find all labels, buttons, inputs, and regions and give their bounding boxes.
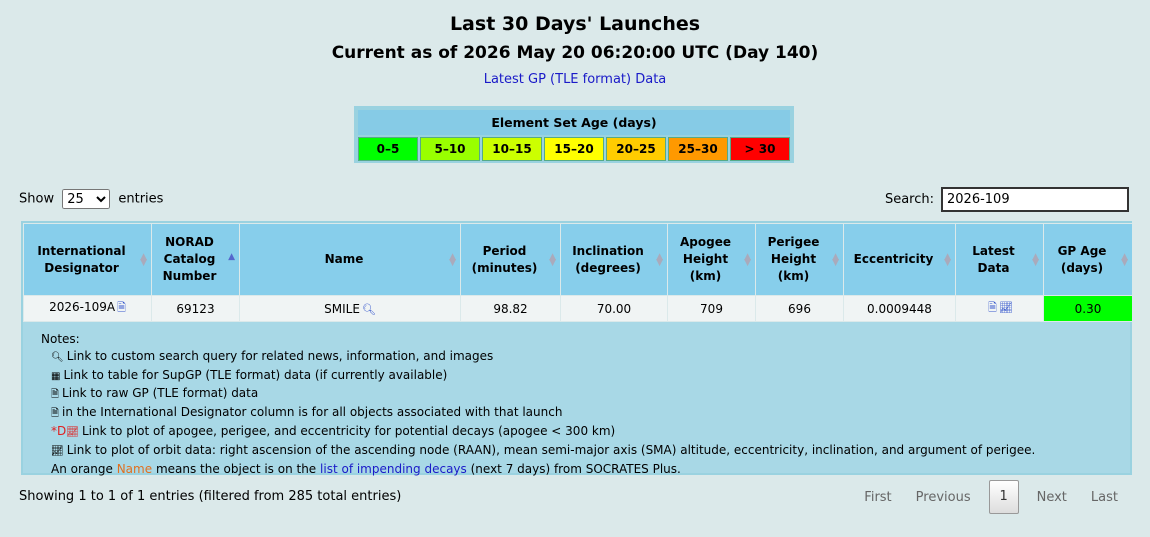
age-legend-cell: 20–25 [606, 137, 666, 161]
cell-name: SMILE 🔍︎ [239, 295, 461, 322]
impending-decays-link[interactable]: list of impending decays [320, 462, 467, 476]
cell-gp-age: 0.30 [1043, 295, 1133, 322]
note-line: ▦ Link to table for SupGP (TLE format) da… [51, 367, 448, 382]
sort-icon: ▲ ▼ [549, 252, 556, 268]
chart-icon: 📈︎ [66, 426, 79, 438]
document-icon: 🗎 [51, 408, 60, 420]
col-header-eccentricity[interactable]: Eccentricity ▲ ▼ [843, 223, 956, 296]
sort-icon: ▲ ▼ [656, 252, 663, 268]
notes-title: Notes: [41, 332, 80, 346]
launches-table-wrap: International Designator ▲ ▼ NORAD Catalog… [21, 221, 1133, 476]
note-line: *D📈︎ Link to plot of apogee, perigee, and… [51, 423, 616, 438]
cell-inclination: 70.00 [560, 295, 668, 322]
sort-icon: ▲ ▼ [744, 252, 751, 268]
col-header-designator[interactable]: International Designator ▲ ▼ [23, 223, 152, 296]
first-page-button[interactable]: First [852, 490, 903, 505]
gp-data-link-wrap: Latest GP (TLE format) Data [0, 72, 1150, 87]
document-icon[interactable]: 🗎 [988, 301, 997, 314]
document-icon[interactable]: 🗎 [117, 301, 126, 314]
cell-apogee: 709 [667, 295, 756, 322]
notes-section: Notes: 🔍︎ Link to custom search query for… [23, 322, 1130, 486]
age-legend-cell: 25–30 [668, 137, 728, 161]
table-header-row: International Designator ▲ ▼ NORAD Catalog… [23, 223, 1133, 296]
page-1-button[interactable]: 1 [988, 480, 1019, 514]
table-row: 2026-109A 🗎 69123 SMILE 🔍︎ 98.82 70.00 709… [23, 295, 1133, 322]
col-header-name[interactable]: Name ▲ ▼ [239, 223, 461, 296]
show-label: Show [19, 191, 55, 207]
search-label: Search: [884, 192, 934, 207]
chart-icon: 📈︎ [51, 445, 64, 457]
previous-page-button[interactable]: Previous [904, 490, 983, 505]
next-page-button[interactable]: Next [1025, 490, 1079, 505]
col-header-latest-data[interactable]: Latest Data ▲ ▼ [955, 223, 1044, 296]
sort-icon: ▲ ▼ [944, 252, 951, 268]
age-legend-cell: 10–15 [482, 137, 542, 161]
col-header-inclination[interactable]: Inclination (degrees) ▲ ▼ [560, 223, 668, 296]
sort-icon: ▲ ▼ [1032, 252, 1039, 268]
orange-name-example: Name [116, 461, 153, 476]
search-icon: 🔍︎ [51, 351, 64, 363]
last-page-button[interactable]: Last [1079, 490, 1130, 505]
latest-gp-data-link[interactable]: Latest GP (TLE format) Data [484, 72, 667, 87]
page-subtitle: Current as of 2026 May 20 06:20:00 UTC (… [331, 43, 819, 63]
table-icon: ▦ [51, 370, 61, 382]
launches-table: International Designator ▲ ▼ NORAD Catalog… [23, 223, 1133, 322]
table-info: Showing 1 to 1 of 1 entries (filtered fr… [19, 489, 402, 504]
search-control: Search: [885, 187, 1129, 212]
sort-icon: ▲ ▼ [1121, 252, 1128, 268]
col-header-period[interactable]: Period (minutes) ▲ ▼ [460, 223, 561, 296]
sort-icon: ▲ ▼ [140, 252, 147, 268]
cell-designator: 2026-109A 🗎 [23, 295, 152, 322]
chart-icon[interactable]: 📈︎ [999, 301, 1013, 314]
sort-icon: ▲ ▼ [449, 252, 456, 268]
col-header-apogee[interactable]: Apogee Height (km) ▲ ▼ [667, 223, 756, 296]
cell-eccentricity: 0.0009448 [843, 295, 956, 322]
sort-icon: ▲ ▼ [832, 252, 839, 268]
age-legend-cell: 5–10 [420, 137, 480, 161]
note-line: 🗎 in the International Designator column … [51, 405, 563, 420]
decay-marker: *D [51, 423, 67, 438]
note-line: An orange Name means the object is on th… [51, 461, 681, 476]
search-icon[interactable]: 🔍︎ [362, 303, 376, 316]
note-line: 📈︎ Link to plot of orbit data: right asce… [51, 442, 1036, 457]
age-legend-cell: 0–5 [358, 137, 418, 161]
entries-select[interactable]: 25 [62, 189, 111, 209]
age-legend-row: 0–5 5–10 10–15 15–20 20–25 25–30 > 30 [358, 137, 790, 161]
cell-norad: 69123 [151, 295, 240, 322]
note-line: 🗎 Link to raw GP (TLE format) data [51, 386, 259, 401]
age-legend-cell: > 30 [730, 137, 790, 161]
age-legend-title: Element Set Age (days) [358, 110, 790, 135]
note-line: 🔍︎ Link to custom search query for relate… [51, 348, 494, 363]
age-legend-cell: 15–20 [544, 137, 604, 161]
element-set-age-legend: Element Set Age (days) 0–5 5–10 10–15 15–20… [354, 106, 794, 163]
cell-period: 98.82 [460, 295, 561, 322]
search-input[interactable] [941, 187, 1129, 212]
cell-perigee: 696 [755, 295, 844, 322]
col-header-gp-age[interactable]: GP Age (days) ▲ ▼ [1043, 223, 1133, 296]
sort-asc-icon: ▲ [228, 252, 235, 262]
page-title: Last 30 Days' Launches [449, 13, 701, 35]
entries-label: entries [118, 191, 164, 207]
col-header-perigee[interactable]: Perigee Height (km) ▲ ▼ [755, 223, 844, 296]
document-icon: 🗎 [51, 389, 60, 401]
col-header-norad[interactable]: NORAD Catalog Number ▲ [151, 223, 240, 296]
entries-control: Show 25 entries [19, 189, 163, 209]
pagination: First Previous 1 Next Last [852, 480, 1130, 514]
cell-latest-data: 🗎 📈︎ [955, 295, 1044, 322]
